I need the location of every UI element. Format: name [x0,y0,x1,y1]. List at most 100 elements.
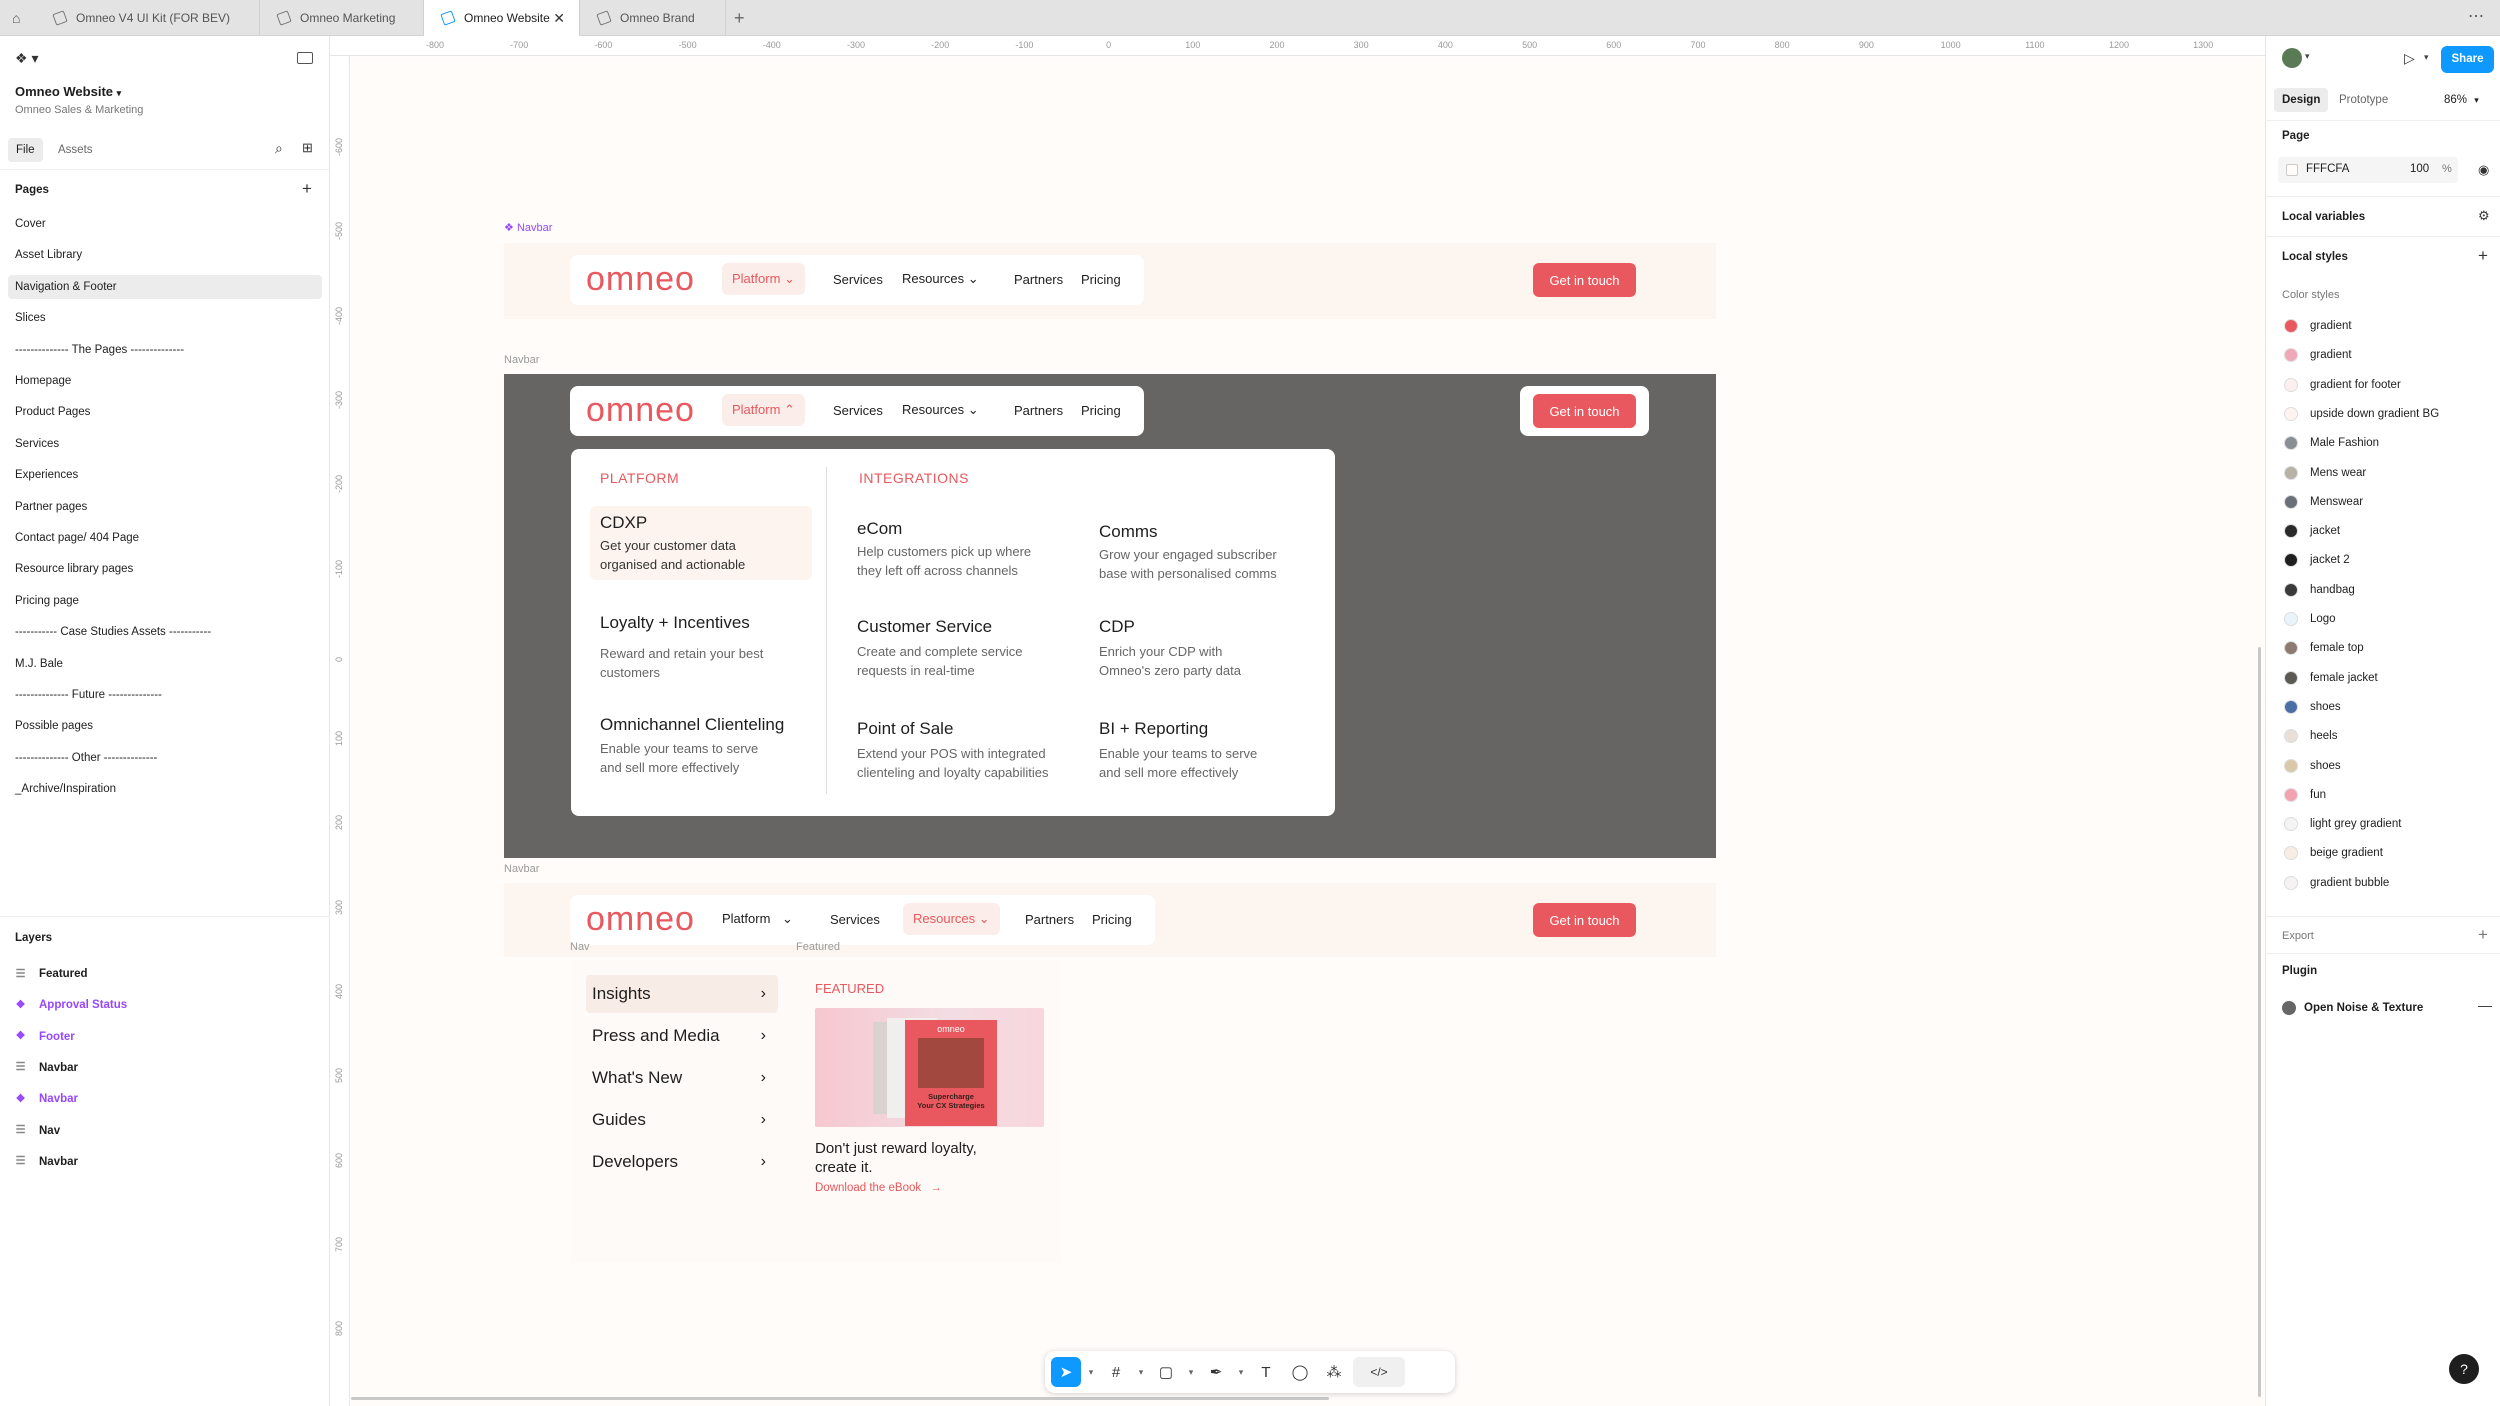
tab-omneo-marketing[interactable]: Omneo Marketing [260,0,424,36]
nav-platform[interactable]: Platform ⌃ [722,394,805,426]
chevron-down-icon[interactable]: ▾ [1235,1367,1247,1378]
file-name[interactable]: Omneo Website ▾ [15,84,121,99]
page-item[interactable]: Homepage [8,369,322,393]
nav-partners[interactable]: Partners [1014,403,1063,418]
dev-mode-toggle-icon[interactable]: </> [1353,1357,1405,1387]
assets-tab[interactable]: Assets [58,138,93,162]
page-item[interactable]: Product Pages [8,400,322,424]
get-in-touch-button[interactable]: Get in touch [1533,263,1636,297]
color-swatch[interactable] [2286,164,2298,176]
color-style-item[interactable]: shoes [2284,756,2341,776]
home-icon[interactable]: ⌂ [12,10,28,26]
search-icon[interactable]: ⌕ [275,140,283,157]
page-item[interactable]: -------------- The Pages -------------- [8,338,322,362]
tab-omneo-website[interactable]: Omneo Website ✕ [424,0,580,36]
vertical-scrollbar[interactable] [2258,647,2261,1397]
platform-item-title[interactable]: Loyalty + Incentives [600,613,750,633]
nav-services[interactable]: Services [830,912,880,927]
nav-platform[interactable]: Platform ⌄ [722,263,805,295]
color-style-item[interactable]: gradient bubble [2284,873,2389,893]
page-item[interactable]: Partner pages [8,495,322,519]
figma-menu-icon[interactable]: ❖ ▾ [15,50,38,67]
file-tab[interactable]: File [8,138,43,162]
layer-item[interactable]: ☰ Nav [15,1121,61,1141]
frame-tool-icon[interactable]: # [1101,1357,1131,1387]
help-icon[interactable]: ? [2449,1354,2479,1384]
get-in-touch-button[interactable]: Get in touch [1533,394,1636,428]
nav-resources[interactable]: Resources ⌄ [902,271,979,287]
share-button[interactable]: Share [2441,46,2494,73]
layer-item[interactable]: ☰ Navbar [15,1058,78,1078]
layer-item[interactable]: ❖ Footer [15,1027,75,1047]
color-style-item[interactable]: light grey gradient [2284,814,2401,834]
move-tool-icon[interactable]: ➤ [1051,1357,1081,1387]
nav-partners[interactable]: Partners [1025,912,1074,927]
tab-design[interactable]: Design [2274,88,2329,112]
chevron-down-icon[interactable]: ▾ [1185,1367,1197,1378]
nav-services[interactable]: Services [833,403,883,418]
frame-label-navbar[interactable]: Navbar [504,354,539,366]
color-style-item[interactable]: female top [2284,638,2364,658]
resource-item-insights[interactable]: Insights › [586,975,778,1013]
page-item[interactable]: Experiences [8,463,322,487]
tab-omneo-brand[interactable]: Omneo Brand [580,0,726,36]
more-icon[interactable]: ⋯ [2468,6,2484,26]
nav-services[interactable]: Services [833,272,883,287]
chevron-down-icon[interactable]: ▾ [1085,1367,1097,1378]
chevron-down-icon[interactable]: ▾ [2305,51,2310,62]
nav-pricing[interactable]: Pricing [1081,403,1121,418]
layer-item[interactable]: ☰ Featured [15,964,88,984]
download-ebook-link[interactable]: Download the eBook → [815,1182,942,1194]
color-style-item[interactable]: Menswear [2284,492,2363,512]
color-style-item[interactable]: gradient for footer [2284,375,2401,395]
color-style-item[interactable]: heels [2284,726,2338,746]
avatar[interactable] [2282,48,2302,68]
page-item[interactable]: Contact page/ 404 Page [8,526,322,550]
color-style-item[interactable]: Mens wear [2284,463,2366,483]
color-style-item[interactable]: Male Fashion [2284,433,2379,453]
color-style-item[interactable]: jacket 2 [2284,550,2350,570]
chevron-down-icon[interactable]: ▾ [2424,52,2429,63]
present-play-icon[interactable]: ▷ [2404,50,2415,67]
page-item[interactable]: Possible pages [8,714,322,738]
resource-item-guides[interactable]: Guides › [586,1101,778,1139]
frame-label-navbar[interactable]: Navbar [504,863,539,875]
nav-platform[interactable]: Platform ⌄ [722,911,793,927]
frame-label-featured[interactable]: Featured [796,941,840,953]
nav-partners[interactable]: Partners [1014,272,1063,287]
chevron-down-icon[interactable]: ▾ [1135,1367,1147,1378]
frame-label-nav[interactable]: Nav [570,941,590,953]
tab-omneo-v4-ui-kit[interactable]: Omneo V4 UI Kit (FOR BEV) [36,0,260,36]
platform-item-title[interactable]: Omnichannel Clienteling [600,715,784,735]
nav-resources[interactable]: Resources ⌄ [902,402,979,418]
navbar-frame-2[interactable]: omneo Platform ⌃ Services Resources ⌄ Pa… [504,374,1716,858]
nav-resources[interactable]: Resources ⌄ [903,903,1000,935]
resources-tool-icon[interactable]: ⁂ [1319,1357,1349,1387]
page-item[interactable]: Resource library pages [8,557,322,581]
add-page-plus-icon[interactable]: + [302,179,312,199]
comment-tool-icon[interactable]: ◯ [1285,1357,1315,1387]
resource-item-whats-new[interactable]: What's New › [586,1059,778,1097]
page-item[interactable]: Slices [8,306,322,330]
page-item[interactable]: Services [8,432,322,456]
resource-item-press[interactable]: Press and Media › [586,1017,778,1055]
page-item[interactable]: Cover [8,212,322,236]
plugin-row[interactable]: Open Noise & Texture [2282,999,2423,1017]
nav-pricing[interactable]: Pricing [1081,272,1121,287]
color-style-item[interactable]: upside down gradient BG [2284,404,2439,424]
layer-item[interactable]: ❖ Navbar [15,1089,78,1109]
color-style-item[interactable]: Logo [2284,609,2336,629]
page-item[interactable]: -------------- Future -------------- [8,683,322,707]
navbar-frame-1[interactable]: omneo Platform ⌄ Services Resources ⌄ Pa… [504,243,1716,319]
page-opacity[interactable]: 100 [2410,163,2429,175]
close-icon[interactable]: ✕ [553,10,565,27]
eye-icon[interactable]: ◉ [2478,162,2489,178]
page-item[interactable]: -------------- Other -------------- [8,746,322,770]
text-tool-icon[interactable]: T [1251,1357,1281,1387]
pen-tool-icon[interactable]: ✒ [1201,1357,1231,1387]
page-item[interactable]: ----------- Case Studies Assets --------… [8,620,322,644]
color-style-item[interactable]: handbag [2284,580,2355,600]
integration-item-title[interactable]: eCom [857,519,902,539]
color-style-item[interactable]: jacket [2284,521,2340,541]
get-in-touch-button[interactable]: Get in touch [1533,903,1636,937]
